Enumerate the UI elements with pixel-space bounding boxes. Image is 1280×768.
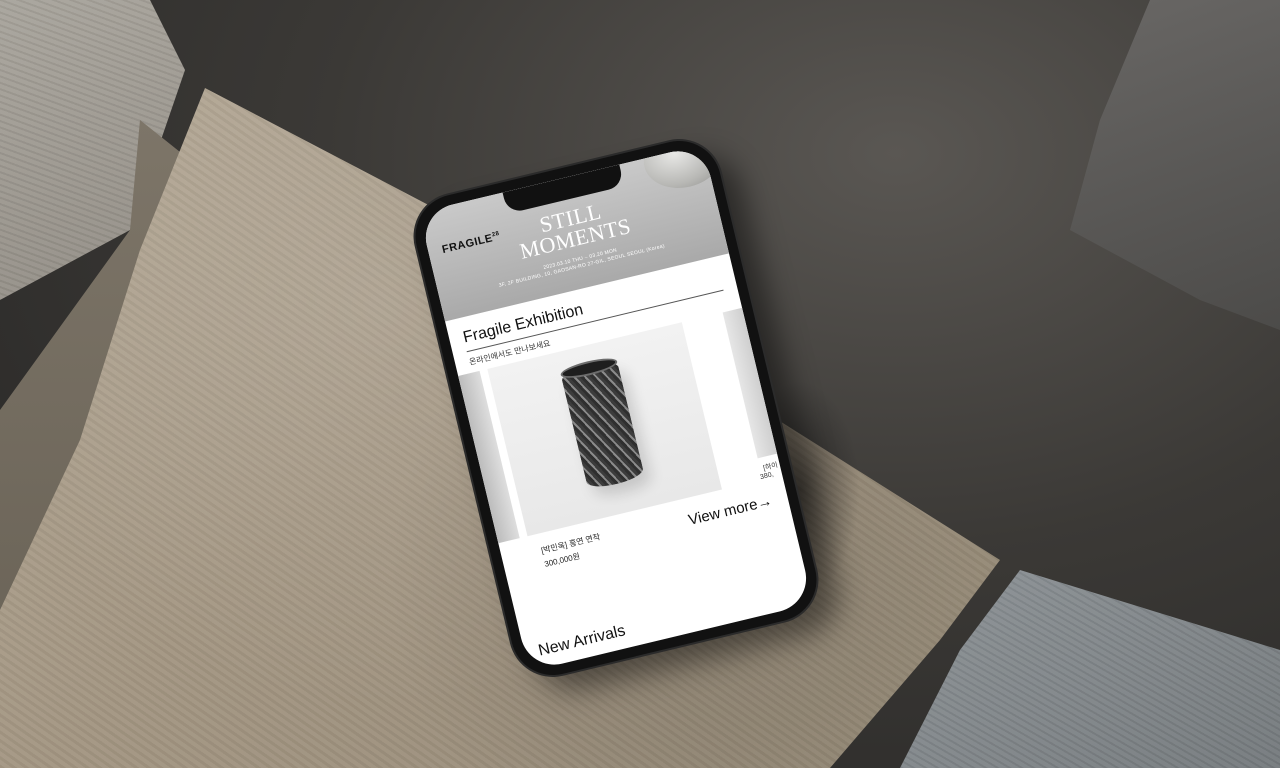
photo-scene: FRAGILE28 STILL MOMENTS 2023.03.10 THU –…: [0, 0, 1280, 768]
vase-image: [560, 358, 645, 491]
smartphone: FRAGILE28 STILL MOMENTS 2023.03.10 THU –…: [406, 132, 826, 684]
next-section-title: New Arrivals: [536, 622, 628, 660]
hero-banner[interactable]: FRAGILE28 STILL MOMENTS 2023.03.10 THU –…: [418, 144, 730, 322]
phone-body: FRAGILE28 STILL MOMENTS 2023.03.10 THU –…: [406, 132, 826, 684]
phone-screen: FRAGILE28 STILL MOMENTS 2023.03.10 THU –…: [418, 144, 814, 672]
product-card-next[interactable]: [722, 307, 778, 459]
